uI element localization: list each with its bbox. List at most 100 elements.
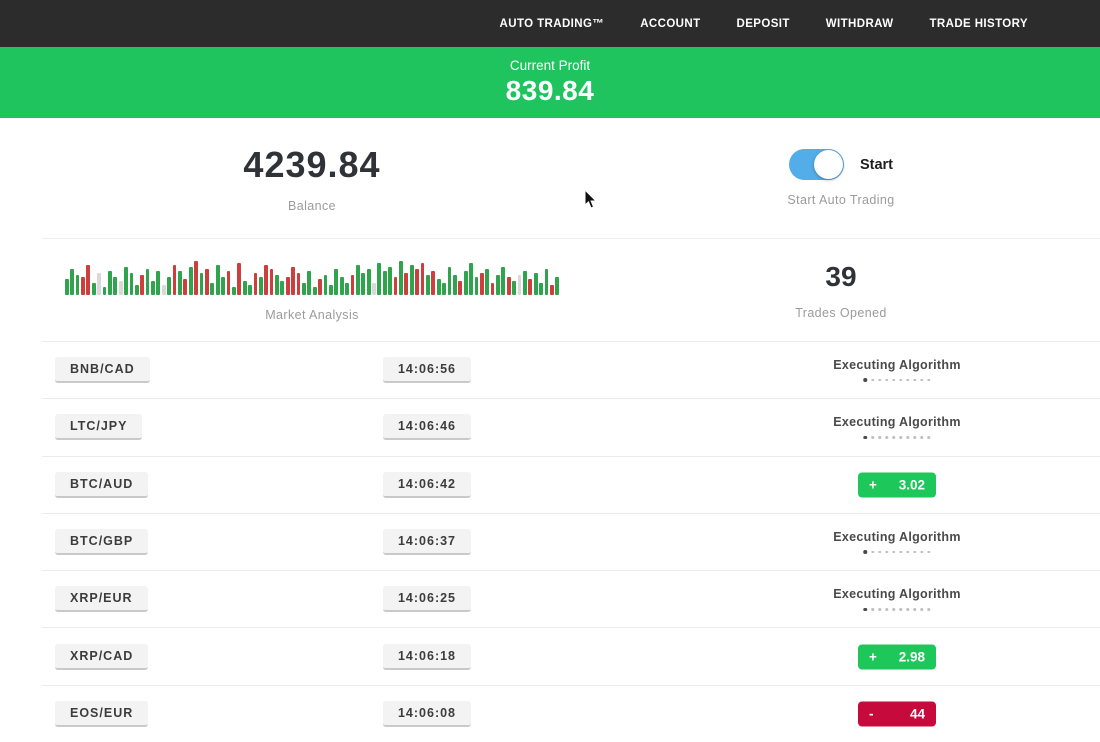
time-tag: 14:06:37 (383, 529, 471, 555)
executing-label: Executing Algorithm (833, 530, 960, 544)
progress-dot (921, 436, 924, 439)
market-bar (512, 281, 516, 295)
table-row: XRP/CAD 14:06:18 + 2.98 (42, 627, 1100, 684)
market-bar (103, 287, 107, 295)
time-tag: 14:06:08 (383, 701, 471, 727)
market-bar (318, 279, 322, 295)
progress-dot (893, 551, 896, 554)
time-tag: 14:06:46 (383, 414, 471, 440)
market-bar (534, 273, 538, 295)
nav-deposit[interactable]: DEPOSIT (737, 18, 790, 30)
market-bar (205, 269, 209, 295)
market-bar (270, 269, 274, 295)
progress-dot (893, 379, 896, 382)
market-bar (119, 281, 123, 295)
progress-dot (914, 379, 917, 382)
auto-trading-caption: Start Auto Trading (787, 193, 894, 207)
pair-tag: BNB/CAD (55, 357, 150, 383)
market-bar (135, 285, 139, 295)
market-bar (448, 267, 452, 295)
executing-status: Executing Algorithm (833, 358, 960, 382)
progress-dot (928, 551, 931, 554)
market-bar (275, 275, 279, 295)
progress-dot (872, 379, 875, 382)
market-bar (264, 265, 268, 295)
nav-account[interactable]: ACCOUNT (640, 18, 700, 30)
toggle-knob (814, 150, 843, 179)
progress-dot (921, 551, 924, 554)
market-bar (518, 275, 522, 295)
nav-withdraw[interactable]: WITHDRAW (826, 18, 894, 30)
table-row: BTC/GBP 14:06:37 Executing Algorithm (42, 513, 1100, 570)
progress-dot (928, 608, 931, 611)
market-bar (453, 275, 457, 295)
market-bar (404, 273, 408, 295)
market-bar (383, 271, 387, 295)
progress-dot (886, 608, 889, 611)
toggle-label: Start (860, 157, 893, 173)
progress-dot (914, 436, 917, 439)
market-bar (259, 277, 263, 295)
top-nav: AUTO TRADING™ ACCOUNT DEPOSIT WITHDRAW T… (0, 0, 1100, 47)
market-bar (377, 263, 381, 295)
market-bar (232, 287, 236, 295)
market-bar (156, 271, 160, 295)
progress-dot (886, 551, 889, 554)
current-profit-label: Current Profit (510, 58, 590, 73)
market-bar (550, 285, 554, 295)
market-bar (227, 271, 231, 295)
market-bar (555, 277, 559, 295)
progress-dot (872, 436, 875, 439)
market-bar (248, 285, 252, 295)
progress-dot (928, 379, 931, 382)
auto-trading-toggle[interactable] (789, 149, 844, 180)
time-tag: 14:06:42 (383, 472, 471, 498)
badge-value: 44 (910, 706, 925, 721)
market-bar (173, 265, 177, 295)
market-analysis-stat: Market Analysis (42, 239, 582, 341)
current-profit-banner: Current Profit 839.84 (0, 47, 1100, 118)
market-bar (334, 269, 338, 295)
loss-badge: - 44 (858, 701, 936, 726)
badge-value: 2.98 (899, 649, 925, 664)
market-bar (523, 271, 527, 295)
executing-label: Executing Algorithm (833, 587, 960, 601)
market-bar (394, 277, 398, 295)
pair-tag: XRP/CAD (55, 644, 148, 670)
time-tag: 14:06:25 (383, 586, 471, 612)
badge-sign: - (869, 706, 874, 721)
progress-dot (879, 379, 882, 382)
table-row: XRP/EUR 14:06:25 Executing Algorithm (42, 570, 1100, 627)
market-bar (243, 281, 247, 295)
progress-dot (864, 436, 868, 440)
progress-dot (921, 379, 924, 382)
market-bar (437, 279, 441, 295)
time-tag: 14:06:18 (383, 644, 471, 670)
market-bar (388, 267, 392, 295)
market-bar (329, 285, 333, 295)
market-bar (286, 277, 290, 295)
market-bar (189, 267, 193, 295)
market-bar (302, 283, 306, 295)
market-analysis-label: Market Analysis (265, 308, 359, 322)
progress-dot (864, 550, 868, 554)
market-bar (70, 269, 74, 295)
market-bar (421, 263, 425, 295)
pair-tag: BTC/AUD (55, 472, 148, 498)
market-bar (81, 277, 85, 295)
market-bar (151, 281, 155, 295)
table-row: BTC/AUD 14:06:42 + 3.02 (42, 456, 1100, 513)
market-bar (539, 283, 543, 295)
market-bar (415, 269, 419, 295)
progress-dot (893, 436, 896, 439)
time-tag: 14:06:56 (383, 357, 471, 383)
market-bar (254, 273, 258, 295)
executing-label: Executing Algorithm (833, 415, 960, 429)
badge-sign: + (869, 649, 877, 664)
pair-tag: LTC/JPY (55, 414, 142, 440)
market-bar (340, 277, 344, 295)
nav-auto-trading[interactable]: AUTO TRADING™ (500, 18, 605, 30)
current-profit-value: 839.84 (506, 75, 595, 107)
pair-tag: BTC/GBP (55, 529, 148, 555)
nav-trade-history[interactable]: TRADE HISTORY (930, 18, 1029, 30)
